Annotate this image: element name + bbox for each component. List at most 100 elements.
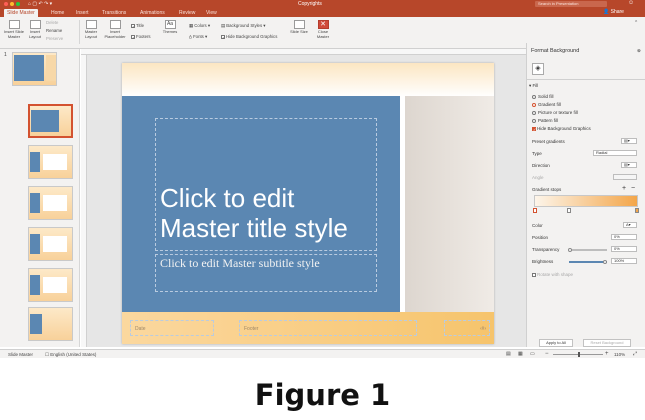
- reset-background-button[interactable]: Reset Background: [583, 339, 631, 347]
- preset-gradients-dropdown[interactable]: ▤▾: [621, 138, 637, 144]
- position-field[interactable]: 0%: [611, 234, 637, 240]
- thumbnail-layout[interactable]: [28, 268, 73, 302]
- remove-stop-icon[interactable]: −: [631, 185, 635, 192]
- pane-divider: [527, 79, 645, 80]
- thumbnail-graphic: [30, 275, 40, 295]
- tab-animations[interactable]: Animations: [137, 9, 168, 17]
- footer-placeholder[interactable]: [239, 320, 417, 336]
- master-layout-button[interactable]: Master Layout: [81, 20, 101, 39]
- insert-slide-master-button[interactable]: Insert Slide Master: [3, 20, 25, 39]
- direction-dropdown[interactable]: ▤▾: [621, 162, 637, 168]
- zoom-window-icon[interactable]: [16, 2, 20, 6]
- zoom-level[interactable]: 110%: [614, 352, 625, 357]
- slide-size-button[interactable]: Slide Size: [290, 20, 308, 35]
- brightness-slider-knob[interactable]: [603, 260, 607, 264]
- picture-fill-radio[interactable]: Picture or texture fill: [532, 110, 578, 115]
- type-label: Type: [532, 151, 542, 156]
- footer-text: Footer: [244, 326, 259, 332]
- transparency-slider-knob[interactable]: [568, 248, 572, 252]
- angle-field[interactable]: [613, 174, 637, 180]
- thumbnail-layout[interactable]: [28, 145, 73, 179]
- fit-to-window-icon[interactable]: ⤢: [633, 351, 637, 357]
- thumbnail-layout[interactable]: [28, 186, 73, 220]
- fill-section-header[interactable]: ▾ Fill: [529, 83, 538, 89]
- language-status[interactable]: ☐ English (United States): [45, 352, 96, 358]
- checkmark-icon: ✓: [532, 126, 537, 132]
- close-pane-icon[interactable]: ⊗: [637, 48, 641, 54]
- master-title-text: Click to edit Master title style: [160, 183, 348, 243]
- thumbnail-master[interactable]: [12, 52, 57, 86]
- gradient-stop-handle[interactable]: [533, 208, 537, 213]
- gradient-stop-handle[interactable]: [635, 208, 639, 213]
- smiley-icon[interactable]: ☺: [628, 0, 634, 6]
- tab-insert[interactable]: Insert: [73, 9, 92, 17]
- quick-access-icons[interactable]: ⌂ ▢ ↶ ↷ ▾: [28, 1, 52, 7]
- background-styles-dropdown[interactable]: ▤ Background Styles ▾: [221, 23, 265, 29]
- zoom-out-icon[interactable]: −: [545, 351, 549, 357]
- delete-button[interactable]: Delete: [46, 20, 58, 25]
- transparency-slider[interactable]: [569, 249, 607, 251]
- normal-view-icon[interactable]: ▤: [506, 351, 511, 357]
- brightness-label: Brightness: [532, 259, 554, 264]
- solid-fill-radio[interactable]: Solid fill: [532, 94, 554, 99]
- thumbnail-layout[interactable]: [28, 307, 73, 341]
- brightness-field[interactable]: 100%: [611, 258, 637, 264]
- fill-bucket-icon[interactable]: ◈: [532, 63, 544, 75]
- themes-button[interactable]: Aa Themes: [160, 20, 180, 35]
- master-layout-icon: [85, 20, 97, 29]
- tab-transitions[interactable]: Transitions: [99, 9, 129, 17]
- footers-checkbox[interactable]: ✓Footers: [131, 34, 151, 39]
- title-bar: ⌂ ▢ ↶ ↷ ▾ Copyrights Search in Presentat…: [0, 0, 645, 8]
- close-window-icon[interactable]: [4, 2, 8, 6]
- fonts-dropdown[interactable]: A̲ Fonts ▾: [189, 34, 207, 40]
- thumbnail-graphic: [30, 234, 40, 254]
- window-title: Copyrights: [298, 1, 322, 7]
- search-input[interactable]: Search in Presentation: [535, 1, 607, 7]
- gradient-bar[interactable]: [534, 195, 638, 207]
- transparency-field[interactable]: 0%: [611, 246, 637, 252]
- ribbon-tab-bar: Slide Master Home Insert Transitions Ani…: [0, 8, 645, 17]
- tab-home[interactable]: Home: [48, 9, 67, 17]
- slideshow-view-icon[interactable]: ▭: [530, 351, 535, 357]
- ribbon-divider: [79, 20, 80, 44]
- brightness-slider[interactable]: [569, 261, 607, 263]
- horizontal-ruler: [81, 49, 526, 55]
- color-picker-dropdown[interactable]: A▾: [623, 222, 637, 228]
- share-button[interactable]: 👤 Share: [603, 9, 624, 15]
- colors-dropdown[interactable]: ▦ Colors ▾: [189, 23, 210, 29]
- insert-layout-button[interactable]: Insert Layout: [26, 20, 44, 39]
- sorter-view-icon[interactable]: ▦: [518, 351, 523, 357]
- zoom-slider-thumb[interactable]: [578, 352, 580, 357]
- tab-view[interactable]: View: [203, 9, 220, 17]
- gradient-fill-radio[interactable]: Gradient fill: [532, 102, 561, 107]
- title-checkbox[interactable]: ✓Title: [131, 23, 144, 28]
- checkmark-icon: ✓: [131, 34, 136, 40]
- radio-icon: [532, 110, 536, 115]
- rename-button[interactable]: Rename: [46, 28, 62, 33]
- tab-slide-master[interactable]: Slide Master: [4, 9, 38, 17]
- preserve-button[interactable]: Preserve: [46, 36, 63, 41]
- gradient-stop-handle[interactable]: [567, 208, 571, 213]
- tab-review[interactable]: Review: [176, 9, 198, 17]
- zoom-in-icon[interactable]: +: [605, 351, 609, 357]
- checkmark-icon: ✓: [131, 23, 136, 29]
- date-text: Date: [135, 326, 146, 332]
- figure-caption: Figure 1: [254, 378, 391, 412]
- insert-placeholder-button[interactable]: Insert Placeholder: [102, 20, 128, 39]
- hide-background-graphics-checkbox[interactable]: ✓Hide Background Graphics: [221, 34, 277, 39]
- layout-icon: [29, 20, 41, 29]
- thumbnail-title-layout[interactable]: [28, 104, 73, 138]
- close-master-button[interactable]: ✕ Close Master: [313, 20, 333, 39]
- hide-bg-graphics-checkbox[interactable]: ✓Hide Background Graphics: [532, 126, 591, 131]
- slide-master-preview[interactable]: Click to edit Master title style Click t…: [122, 63, 494, 344]
- type-dropdown[interactable]: Radial: [593, 150, 637, 156]
- checkmark-icon: ✓: [221, 34, 226, 40]
- apply-to-all-button[interactable]: Apply to All: [539, 339, 573, 347]
- minimize-window-icon[interactable]: [10, 2, 14, 6]
- pattern-fill-radio[interactable]: Pattern fill: [532, 118, 558, 123]
- collapse-ribbon-icon[interactable]: ⌃: [634, 20, 638, 26]
- add-stop-icon[interactable]: +: [622, 185, 626, 192]
- thumbnail-layout[interactable]: [28, 227, 73, 261]
- rotate-with-shape-checkbox[interactable]: Rotate with shape: [532, 272, 573, 277]
- thumbnail-graphic: [43, 236, 67, 252]
